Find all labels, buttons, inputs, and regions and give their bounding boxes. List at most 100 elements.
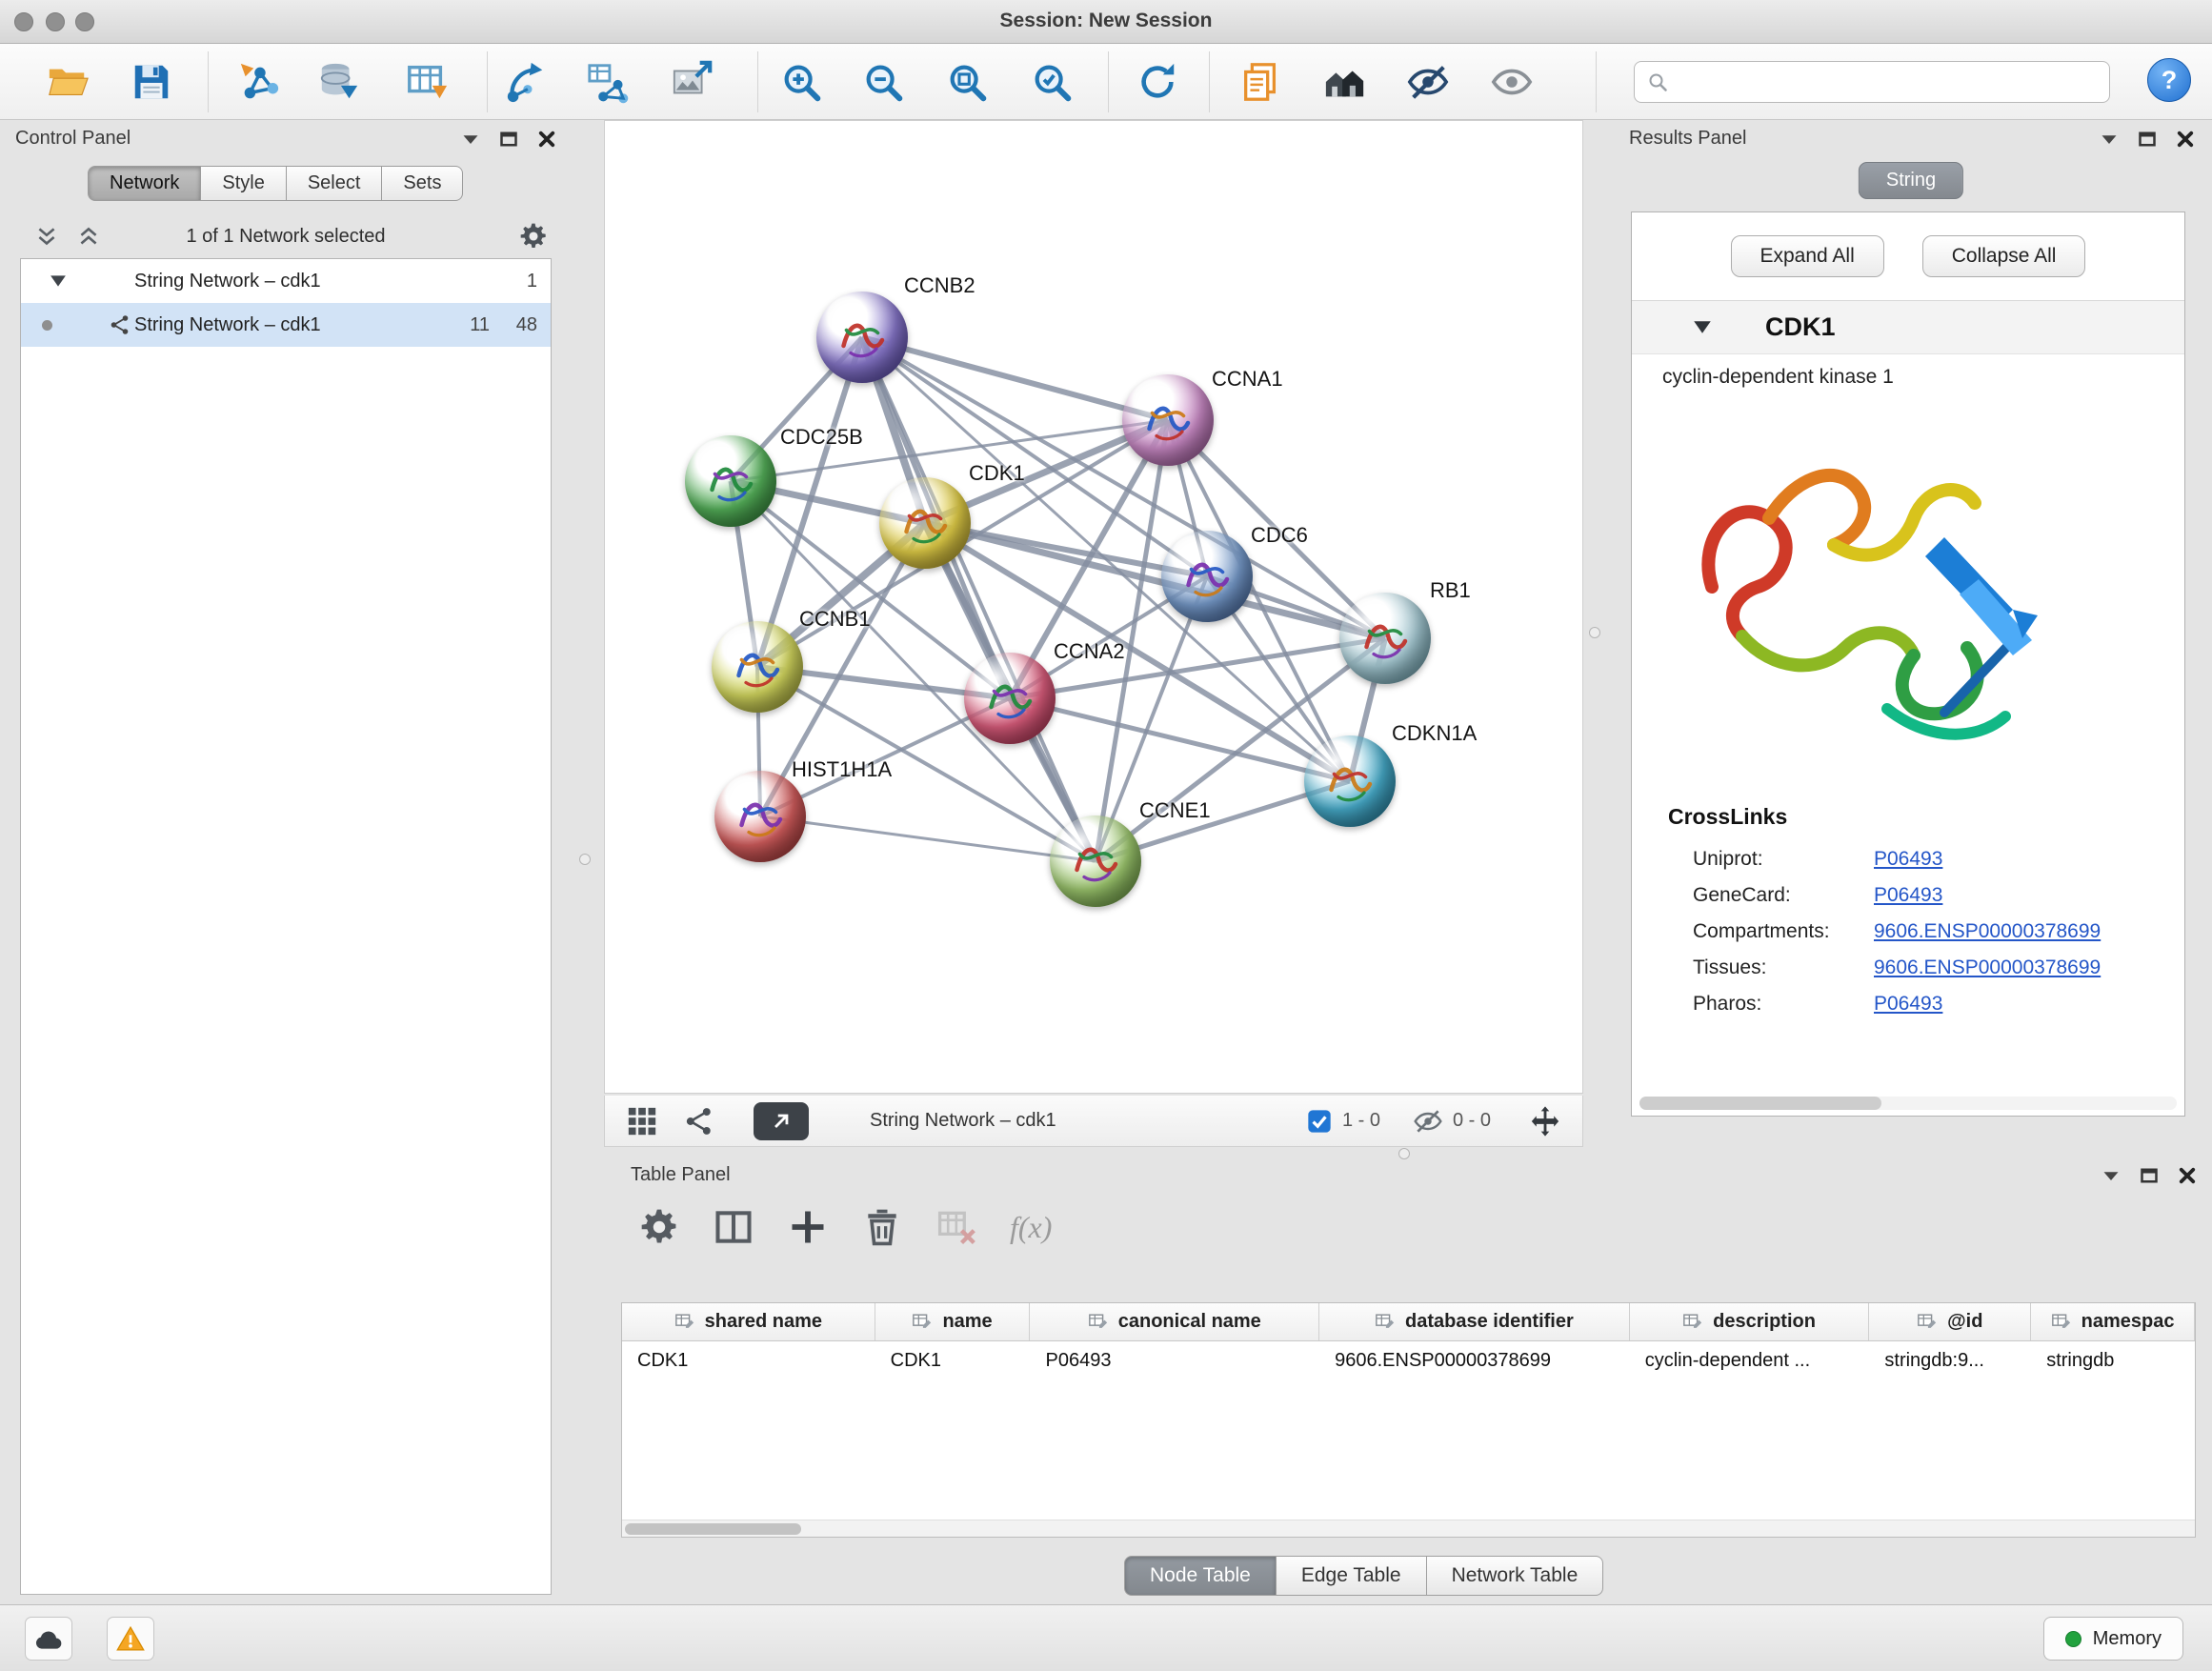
crosslink-link[interactable]: 9606.ENSP00000378699 bbox=[1874, 920, 2101, 943]
pan-move-icon[interactable] bbox=[1529, 1105, 1561, 1137]
crosslink-row: Uniprot:P06493 bbox=[1632, 841, 2184, 877]
section-collapse-arrow-icon[interactable] bbox=[1693, 320, 1712, 334]
close-panel-icon[interactable] bbox=[2178, 1166, 2197, 1185]
column-header-canonical-name[interactable]: canonical name bbox=[1030, 1303, 1319, 1340]
import-network-from-file-button[interactable] bbox=[237, 60, 281, 104]
column-header-shared-name[interactable]: shared name bbox=[622, 1303, 875, 1340]
collapse-all-button[interactable]: Collapse All bbox=[1922, 235, 2086, 277]
add-column-icon[interactable] bbox=[787, 1206, 829, 1248]
help-button[interactable]: ? bbox=[2147, 58, 2191, 102]
network-node-ccne1[interactable] bbox=[1050, 815, 1141, 907]
horizontal-splitter-handle[interactable] bbox=[1398, 1148, 1410, 1159]
float-panel-icon[interactable] bbox=[2138, 130, 2157, 149]
tab-sets[interactable]: Sets bbox=[382, 166, 463, 201]
tab-node-table[interactable]: Node Table bbox=[1124, 1556, 1277, 1596]
memory-button[interactable]: Memory bbox=[2043, 1617, 2183, 1661]
show-columns-icon[interactable] bbox=[713, 1206, 754, 1248]
crosslink-link[interactable]: 9606.ENSP00000378699 bbox=[1874, 956, 2101, 979]
export-network-button[interactable] bbox=[754, 1102, 809, 1140]
column-header-description[interactable]: description bbox=[1630, 1303, 1870, 1340]
crosslink-link[interactable]: P06493 bbox=[1874, 993, 1942, 1016]
panel-menu-arrow-icon[interactable] bbox=[2100, 130, 2119, 149]
tab-edge-table[interactable]: Edge Table bbox=[1277, 1556, 1427, 1596]
column-header--id[interactable]: @id bbox=[1869, 1303, 2031, 1340]
network-canvas[interactable]: CCNB2CCNA1CDC25BCDK1CDC6RB1CCNB1CCNA2CDK… bbox=[604, 120, 1583, 1094]
panel-menu-arrow-icon[interactable] bbox=[461, 130, 480, 149]
show-graphics-details-button[interactable] bbox=[1490, 60, 1534, 104]
column-header-name[interactable]: name bbox=[875, 1303, 1031, 1340]
network-node-cdc6[interactable] bbox=[1161, 531, 1253, 622]
network-node-rb1[interactable] bbox=[1339, 593, 1431, 684]
close-panel-icon[interactable] bbox=[537, 130, 556, 149]
network-node-hist1h1a[interactable] bbox=[714, 771, 806, 862]
float-panel-icon[interactable] bbox=[499, 130, 518, 149]
zoom-fit-button[interactable] bbox=[945, 60, 989, 104]
results-horizontal-scrollbar[interactable] bbox=[1639, 1097, 2177, 1110]
show-all-networks-button[interactable] bbox=[1323, 60, 1367, 104]
tab-select[interactable]: Select bbox=[287, 166, 383, 201]
crosslinks-title: CrossLinks bbox=[1668, 804, 2184, 830]
refresh-view-button[interactable] bbox=[1136, 60, 1179, 104]
tab-network[interactable]: Network bbox=[88, 166, 201, 201]
grid-view-icon[interactable] bbox=[626, 1105, 658, 1137]
function-builder-button[interactable]: f(x) bbox=[1010, 1210, 1052, 1245]
delete-column-icon[interactable] bbox=[861, 1206, 903, 1248]
tab-string[interactable]: String bbox=[1859, 162, 1963, 199]
column-header-namespac[interactable]: namespac bbox=[2031, 1303, 2195, 1340]
table-header-row: shared name namecanonical namedatabase id… bbox=[622, 1303, 2195, 1341]
new-network-from-selection-button[interactable] bbox=[586, 60, 630, 104]
tab-style[interactable]: Style bbox=[201, 166, 286, 201]
network-node-ccna2[interactable] bbox=[964, 653, 1056, 744]
import-network-icon bbox=[237, 60, 281, 104]
tree-expand-icon[interactable] bbox=[50, 274, 67, 288]
cloud-status-button[interactable] bbox=[25, 1617, 72, 1661]
expand-all-button[interactable]: Expand All bbox=[1731, 235, 1884, 277]
import-network-from-database-button[interactable] bbox=[317, 60, 361, 104]
table-horizontal-scrollbar[interactable] bbox=[622, 1520, 2195, 1537]
table-options-gear-icon[interactable] bbox=[638, 1206, 680, 1248]
birds-eye-view-icon[interactable] bbox=[683, 1105, 715, 1137]
network-collection-row[interactable]: String Network – cdk1 1 bbox=[21, 259, 551, 303]
network-node-cdkn1a[interactable] bbox=[1304, 735, 1396, 827]
crosslink-link[interactable]: P06493 bbox=[1874, 884, 1942, 907]
zoom-selected-icon bbox=[1030, 60, 1074, 104]
table-row[interactable]: CDK1CDK1P064939606.ENSP00000378699cyclin… bbox=[622, 1341, 2195, 1379]
network-row[interactable]: String Network – cdk1 11 48 bbox=[21, 303, 551, 347]
network-edge[interactable] bbox=[760, 816, 1096, 861]
float-panel-icon[interactable] bbox=[2140, 1166, 2159, 1185]
save-session-button[interactable] bbox=[130, 60, 173, 104]
zoom-selected-button[interactable] bbox=[1030, 60, 1074, 104]
protein-section-header[interactable]: CDK1 bbox=[1632, 301, 2184, 354]
vertical-splitter-handle[interactable] bbox=[579, 854, 591, 865]
hidden-eye-slash-icon[interactable] bbox=[1413, 1106, 1443, 1137]
crosslink-link[interactable]: P06493 bbox=[1874, 848, 1942, 871]
warnings-button[interactable] bbox=[107, 1617, 154, 1661]
import-table-from-file-button[interactable] bbox=[405, 60, 449, 104]
network-node-ccnb2[interactable] bbox=[816, 292, 908, 383]
tab-network-table[interactable]: Network Table bbox=[1427, 1556, 1604, 1596]
zoom-in-button[interactable] bbox=[779, 60, 823, 104]
network-options-gear-icon[interactable] bbox=[518, 221, 549, 252]
warning-icon bbox=[116, 1625, 145, 1652]
vertical-splitter-handle[interactable] bbox=[1589, 627, 1600, 638]
clone-network-button[interactable] bbox=[1238, 60, 1282, 104]
new-network-button[interactable] bbox=[504, 60, 548, 104]
column-header-label: shared name bbox=[705, 1311, 822, 1333]
open-session-button[interactable] bbox=[46, 60, 90, 104]
network-node-cdc25b[interactable] bbox=[685, 435, 776, 527]
column-header-database-identifier[interactable]: database identifier bbox=[1319, 1303, 1630, 1340]
close-panel-icon[interactable] bbox=[2176, 130, 2195, 149]
network-node-ccnb1[interactable] bbox=[712, 621, 803, 713]
table-cell: 9606.ENSP00000378699 bbox=[1319, 1341, 1630, 1379]
export-image-icon bbox=[671, 60, 714, 104]
control-panel: Control Panel NetworkStyleSelectSets 1 o… bbox=[8, 124, 564, 1599]
export-image-button[interactable] bbox=[671, 60, 714, 104]
network-node-ccna1[interactable] bbox=[1122, 374, 1214, 466]
network-edge[interactable] bbox=[862, 337, 1096, 861]
network-node-cdk1[interactable] bbox=[879, 477, 971, 569]
selected-nodes-checkbox-icon[interactable] bbox=[1306, 1108, 1333, 1135]
zoom-out-button[interactable] bbox=[861, 60, 905, 104]
hide-annotations-button[interactable] bbox=[1406, 60, 1450, 104]
panel-menu-arrow-icon[interactable] bbox=[2101, 1166, 2121, 1185]
search-input[interactable] bbox=[1679, 71, 2098, 93]
